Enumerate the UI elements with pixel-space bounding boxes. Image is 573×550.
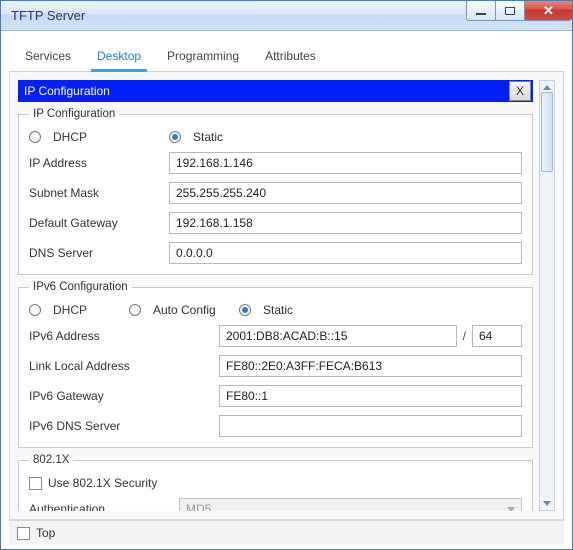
ipv4-dhcp-label: DHCP xyxy=(53,130,87,144)
tab-attributes[interactable]: Attributes xyxy=(263,45,318,71)
close-icon: ✕ xyxy=(543,4,554,17)
dns-server-input[interactable] xyxy=(169,242,522,264)
scroll-thumb[interactable] xyxy=(541,92,553,172)
panel-close-button[interactable]: X xyxy=(509,81,531,101)
ipv6-dhcp-radio[interactable] xyxy=(29,304,41,316)
app-window: TFTP Server ✕ Services Desktop Programmi… xyxy=(0,0,573,550)
ipv6-static-label: Static xyxy=(263,303,293,317)
dot1x-legend: 802.1X xyxy=(29,454,73,466)
ipv6-group: IPv6 Configuration DHCP Auto Config xyxy=(18,281,533,448)
auth-label: Authentication xyxy=(29,502,179,511)
maximize-icon xyxy=(505,7,515,15)
maximize-button[interactable] xyxy=(495,1,525,21)
ip-address-label: IP Address xyxy=(29,156,169,170)
ipv6-dhcp-label: DHCP xyxy=(53,303,87,317)
ipv6-prefix-input[interactable] xyxy=(472,325,522,347)
dot1x-group: 802.1X Use 802.1X Security Authenticatio… xyxy=(18,454,533,511)
auth-value: MD5 xyxy=(186,502,211,511)
ipv6-auto-radio[interactable] xyxy=(129,304,141,316)
minimize-icon xyxy=(476,13,486,15)
ipv4-legend: IP Configuration xyxy=(29,108,119,120)
ipv6-auto-label: Auto Config xyxy=(153,303,216,317)
scroll-up-icon[interactable] xyxy=(543,85,551,90)
ipv6-address-input[interactable] xyxy=(219,325,457,347)
auth-select[interactable]: MD5 xyxy=(179,498,522,511)
tab-body: IP Configuration X IP Configuration DHCP xyxy=(9,72,564,520)
window-title: TFTP Server xyxy=(11,8,85,23)
ipv4-static-radio[interactable] xyxy=(169,131,181,143)
tab-bar: Services Desktop Programming Attributes xyxy=(9,39,564,72)
vertical-scrollbar[interactable] xyxy=(539,80,555,511)
ipv4-group: IP Configuration DHCP Static xyxy=(18,108,533,275)
link-local-label: Link Local Address xyxy=(29,359,219,373)
panel-title: IP Configuration xyxy=(24,84,110,98)
tab-services[interactable]: Services xyxy=(23,45,73,71)
ipv6-address-label: IPv6 Address xyxy=(29,329,219,343)
subnet-mask-input[interactable] xyxy=(169,182,522,204)
ipv6-dns-label: IPv6 DNS Server xyxy=(29,419,219,433)
titlebar: TFTP Server ✕ xyxy=(1,1,572,31)
ipv6-legend: IPv6 Configuration xyxy=(29,281,132,293)
ipv4-static-label: Static xyxy=(193,130,223,144)
ipv6-dns-input[interactable] xyxy=(219,415,522,437)
tab-programming[interactable]: Programming xyxy=(165,45,241,71)
ip-address-input[interactable] xyxy=(169,152,522,174)
top-checkbox[interactable] xyxy=(17,527,30,540)
tab-desktop[interactable]: Desktop xyxy=(95,45,143,71)
minimize-button[interactable] xyxy=(466,1,496,21)
footer-bar: Top xyxy=(9,520,564,545)
scroll-down-icon[interactable] xyxy=(543,501,551,506)
window-controls: ✕ xyxy=(467,1,572,23)
use-8021x-checkbox[interactable] xyxy=(29,477,42,490)
ipv6-gateway-input[interactable] xyxy=(219,385,522,407)
chevron-down-icon xyxy=(507,507,515,512)
use-8021x-label: Use 802.1X Security xyxy=(48,476,157,490)
ipv6-static-radio[interactable] xyxy=(239,304,251,316)
top-label: Top xyxy=(36,526,55,540)
client-area: Services Desktop Programming Attributes … xyxy=(1,31,572,549)
default-gateway-label: Default Gateway xyxy=(29,216,169,230)
panel-content: IP Configuration X IP Configuration DHCP xyxy=(18,80,539,511)
default-gateway-input[interactable] xyxy=(169,212,522,234)
ipv6-gateway-label: IPv6 Gateway xyxy=(29,389,219,403)
panel-header: IP Configuration X xyxy=(18,80,533,102)
subnet-mask-label: Subnet Mask xyxy=(29,186,169,200)
ipv4-dhcp-radio[interactable] xyxy=(29,131,41,143)
dns-server-label: DNS Server xyxy=(29,246,169,260)
link-local-input[interactable] xyxy=(219,355,522,377)
close-button[interactable]: ✕ xyxy=(524,1,572,21)
prefix-separator: / xyxy=(463,329,466,343)
